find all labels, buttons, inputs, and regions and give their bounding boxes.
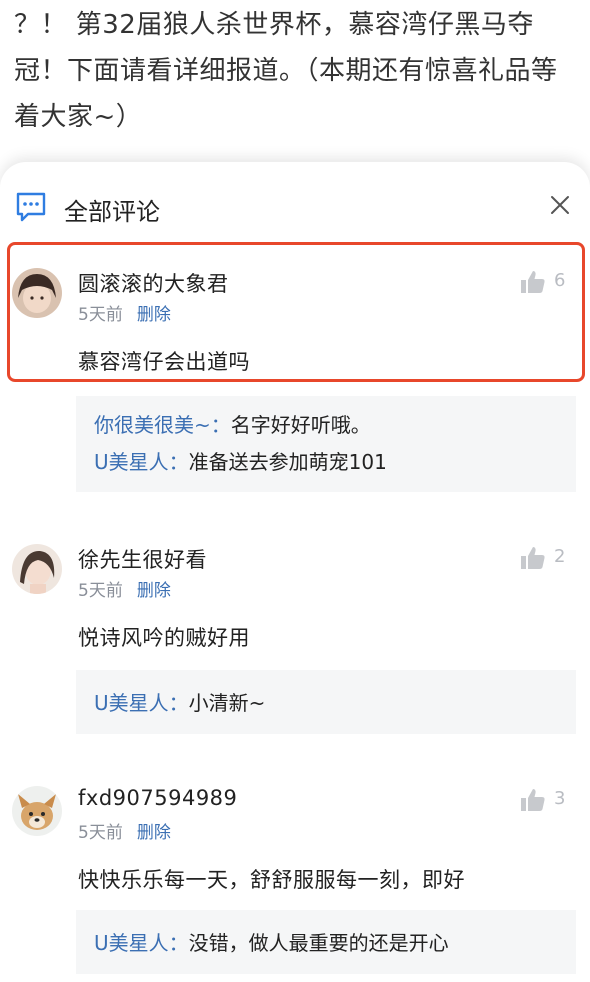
like-button[interactable]: 2 [520,546,570,570]
comment-meta: 5天前 删除 [78,818,171,843]
reply-text: 小清新~ [188,691,266,715]
reply-nick[interactable]: U美星人： [94,450,189,474]
comment-meta: 5天前 删除 [78,576,171,601]
reply-text: 名字好好听哦。 [230,413,371,437]
reply-item[interactable]: U美星人：没错，做人最重要的还是开心 [94,927,449,956]
close-icon[interactable] [547,192,573,218]
avatar[interactable] [12,544,62,594]
comment-meta: 5天前 删除 [78,300,171,325]
reply-nick[interactable]: 你很美很美~： [94,413,231,437]
comment-time: 5天前 [78,581,123,601]
comment-text: 快快乐乐每一天，舒舒服服每一刻，即好 [78,868,465,892]
like-count: 6 [554,270,566,291]
reply-list: 你很美很美~：名字好好听哦。 U美星人：准备送去参加萌宠101 [76,396,576,492]
sheet-header: 全部评论 [0,182,590,238]
delete-button[interactable]: 删除 [137,305,171,325]
article-text: ？！ 第32届狼人杀世界杯，慕容湾仔黑马夺冠！下面请看详细报道。（本期还有惊喜礼… [14,10,558,132]
comment-author[interactable]: fxd907594989 [78,786,237,810]
thumbs-up-icon [521,271,545,293]
comment-text: 慕容湾仔会出道吗 [78,350,250,374]
like-count: 2 [554,546,566,567]
reply-nick[interactable]: U美星人： [94,931,189,955]
comment-text: 悦诗风吟的贼好用 [78,626,250,650]
reply-text: 准备送去参加萌宠101 [188,450,387,474]
thumbs-up-icon [521,789,545,811]
reply-nick[interactable]: U美星人： [94,691,189,715]
comment-time: 5天前 [78,305,123,325]
reply-item[interactable]: U美星人：准备送去参加萌宠101 [94,446,387,475]
delete-button[interactable]: 删除 [137,823,171,843]
reply-list: U美星人：没错，做人最重要的还是开心 [76,910,576,974]
sheet-title: 全部评论 [64,198,160,226]
like-button[interactable]: 3 [520,788,570,812]
delete-button[interactable]: 删除 [137,581,171,601]
reply-list: U美星人：小清新~ [76,670,576,734]
avatar[interactable] [12,268,62,318]
reply-item[interactable]: 你很美很美~：名字好好听哦。 [94,409,371,438]
like-button[interactable]: 6 [520,270,570,294]
reply-text: 没错，做人最重要的还是开心 [188,931,449,955]
comment-author[interactable]: 徐先生很好看 [78,544,207,574]
comment-author[interactable]: 圆滚滚的大象君 [78,268,229,298]
comments-icon [14,190,48,224]
comment-time: 5天前 [78,823,123,843]
thumbs-up-icon [521,547,545,569]
reply-item[interactable]: U美星人：小清新~ [94,687,265,716]
like-count: 3 [554,788,566,809]
avatar[interactable] [12,786,62,836]
